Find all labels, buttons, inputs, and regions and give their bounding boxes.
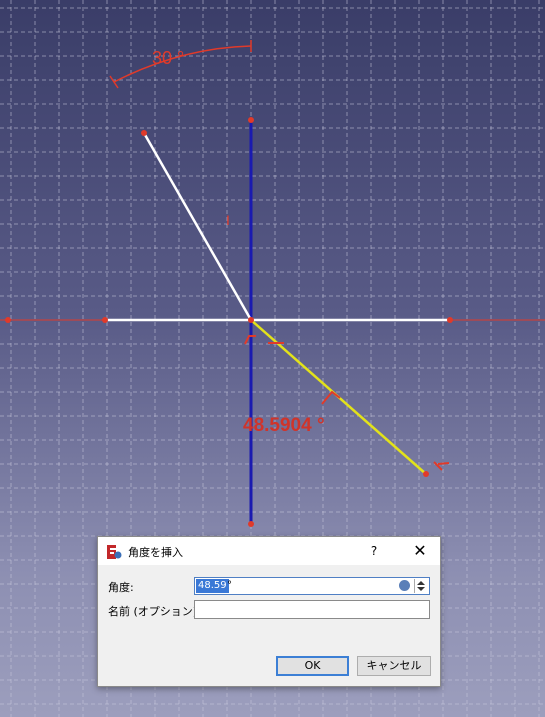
point [248, 117, 254, 123]
angle-input[interactable]: 48.59 ° [194, 577, 430, 595]
point [141, 130, 147, 136]
angle-dimension-label[interactable]: 48.5904 ° [243, 415, 325, 436]
dimension-tick [321, 390, 341, 405]
dimension-tick [109, 75, 119, 89]
help-button[interactable]: ? [360, 541, 388, 561]
dialog-titlebar: 角度を挿入 ? ✕ [98, 537, 440, 565]
ok-button[interactable]: OK [276, 656, 349, 676]
expression-icon[interactable] [399, 580, 410, 591]
point [423, 471, 429, 477]
name-label: 名前 (オプション) [108, 605, 198, 618]
close-button[interactable]: ✕ [406, 541, 434, 561]
spin-buttons[interactable] [414, 579, 428, 593]
point [248, 521, 254, 527]
slanted-line[interactable] [142, 132, 253, 321]
point [5, 317, 11, 323]
dialog-title: 角度を挿入 [128, 546, 183, 559]
cancel-button[interactable]: キャンセル [357, 656, 431, 676]
angle-unit: ° [227, 580, 232, 591]
point [447, 317, 453, 323]
spin-down-icon[interactable] [417, 587, 425, 591]
vertical-constraint-mark: I [226, 212, 230, 228]
freecad-icon [107, 545, 122, 559]
dimension-arrow [433, 461, 450, 471]
insert-angle-dialog: 角度を挿入 ? ✕ 角度: 48.59 ° 名前 (オプション) OK キャンセ… [97, 536, 441, 687]
angle-value: 48.59 [196, 579, 229, 593]
name-input[interactable] [194, 600, 430, 619]
spin-up-icon[interactable] [417, 581, 425, 585]
angle-label: 角度: [108, 581, 134, 594]
point [102, 317, 108, 323]
sketch-points [5, 117, 453, 527]
angle-dimension-label[interactable]: 30 ° [152, 48, 184, 68]
point [248, 317, 254, 323]
